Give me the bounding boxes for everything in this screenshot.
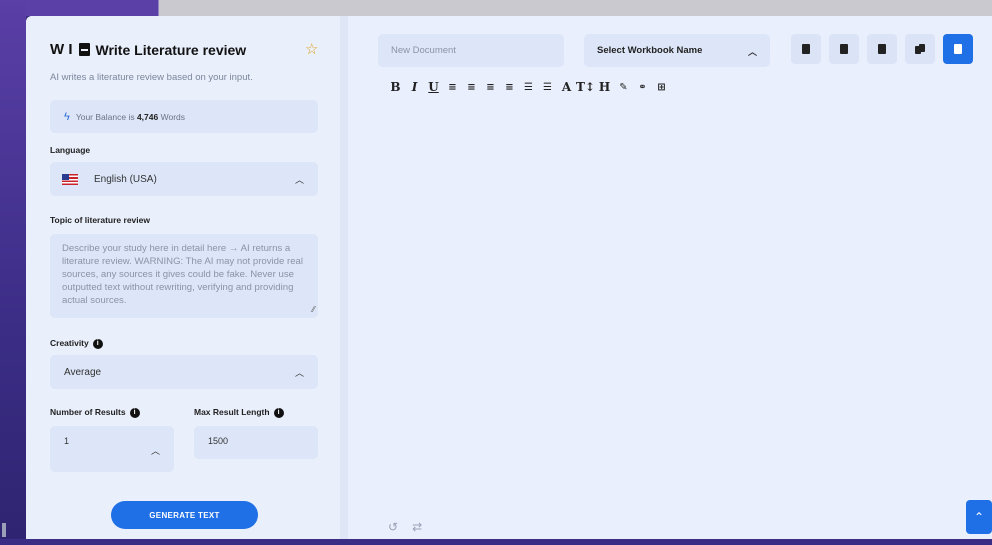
export-doc-button[interactable] [791,34,821,64]
resize-handle-icon[interactable]: ⁄⁄ [312,303,315,316]
creativity-select[interactable]: Average ︿ [50,355,318,389]
font-size-button[interactable]: T↕ [576,80,595,94]
highlight-button[interactable]: ✎ [614,82,633,93]
document-icon [78,43,90,56]
save-icon [954,44,962,54]
chevron-up-icon: ︿ [294,175,304,185]
window-frame-top [0,0,992,16]
panel-divider [340,16,348,539]
save-button[interactable] [943,34,973,64]
language-select[interactable]: English (USA) ︿ [50,162,318,196]
max-length-value: 1500 [208,436,229,446]
title-prefix: W I [50,41,73,58]
document-name-input[interactable]: New Document [378,34,564,67]
bullet-list-button[interactable]: ☰ [538,82,557,93]
bolt-icon: ϟ [64,110,70,123]
page-subtitle: AI writes a literature review based on y… [50,72,253,83]
align-left-button[interactable]: ≡ [443,82,462,93]
creativity-label: Creativity i [50,338,103,349]
input-panel: W I Write Literature review ☆ AI writes … [26,16,340,539]
history-controls: ↺ ⇄ [388,520,422,534]
edge-marker [2,523,6,537]
copy-button[interactable] [905,34,935,64]
balance-box: ϟ Your Balance is 4,746 Words [50,100,318,133]
info-icon[interactable]: i [92,338,103,349]
language-label: Language [50,145,91,155]
formatting-toolbar: B I U ≡ ≡ ≡ ≡ ☰ ☰ A T↕ H ✎ ⚭ ⊞ [386,80,671,94]
copy-icon [915,44,925,54]
max-length-label: Max Result Length i [194,407,284,418]
redo-icon[interactable]: ⇄ [412,520,422,534]
undo-icon[interactable]: ↺ [388,520,398,534]
generate-text-button[interactable]: GENERATE TEXT [111,501,258,529]
num-results-value: 1 [64,436,70,446]
file-icon [840,44,848,54]
balance-text: Your Balance is 4,746 Words [75,111,186,122]
workbook-select-label: Select Workbook Name [597,45,703,56]
workbook-select[interactable]: Select Workbook Name ︿ [584,34,770,67]
link-button[interactable]: ⚭ [633,82,652,93]
scroll-to-top-button[interactable]: ⌃ [966,500,992,534]
heading-button[interactable]: H [595,80,614,94]
favorite-star-icon[interactable]: ☆ [305,40,318,58]
italic-button[interactable]: I [405,80,424,94]
window-frame-bottom [0,539,992,545]
topic-placeholder: Describe your study here in detail here … [62,243,303,306]
num-results-label: Number of Results i [50,407,140,418]
file-icon [802,44,810,54]
max-length-input[interactable]: 1500 [194,426,318,459]
double-chevron-up-icon: ⌃ [973,510,985,524]
chevron-up-icon: ︿ [294,368,304,378]
align-center-button[interactable]: ≡ [462,82,481,93]
topic-textarea[interactable]: Describe your study here in detail here … [50,234,318,318]
app-window: W I Write Literature review ☆ AI writes … [26,16,992,539]
num-results-stepper[interactable]: 1 ︿ [50,426,174,472]
language-value: English (USA) [94,173,157,185]
export-txt-button[interactable] [867,34,897,64]
chevron-up-icon[interactable]: ︿ [151,444,160,457]
creativity-value: Average [64,366,102,378]
info-icon[interactable]: i [129,407,140,418]
panel-title-row: W I Write Literature review [50,41,246,58]
align-justify-button[interactable]: ≡ [500,82,519,93]
font-color-button[interactable]: A [557,80,576,94]
export-pdf-button[interactable] [829,34,859,64]
chevron-up-icon: ︿ [747,47,757,57]
underline-button[interactable]: U [424,80,443,94]
table-button[interactable]: ⊞ [652,82,671,93]
topic-label: Topic of literature review [50,215,150,225]
info-icon[interactable]: i [273,407,284,418]
bold-button[interactable]: B [386,80,405,94]
editor-area: New Document Select Workbook Name ︿ B I … [348,16,992,539]
ordered-list-button[interactable]: ☰ [519,82,538,93]
window-frame-left [0,0,26,545]
us-flag-icon [62,173,78,185]
align-right-button[interactable]: ≡ [481,82,500,93]
page-title: Write Literature review [95,41,247,58]
balance-value: 4,746 [136,111,159,122]
file-icon [878,44,886,54]
